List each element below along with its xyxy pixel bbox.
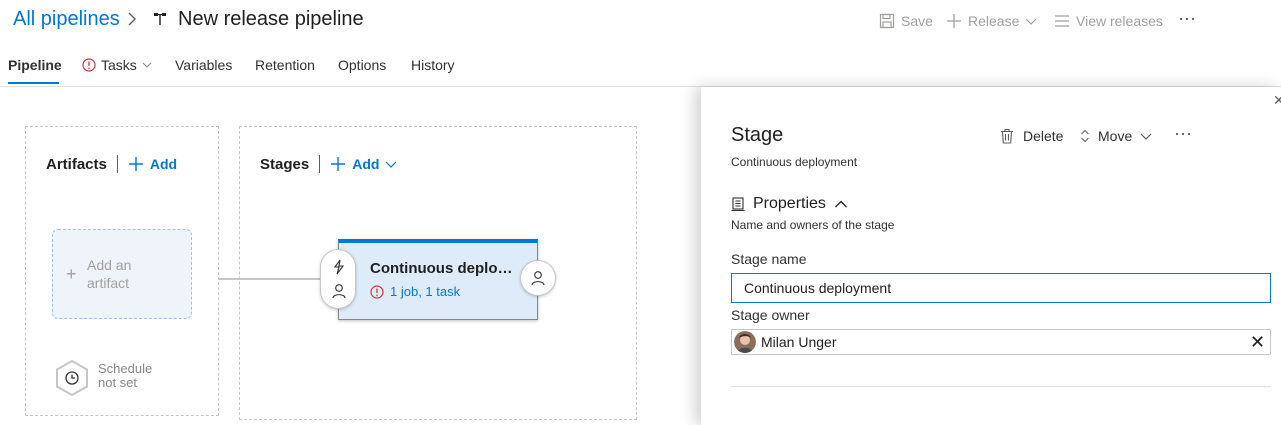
save-label: Save (901, 13, 933, 29)
stage-name-label: Stage name (731, 251, 807, 267)
plus-icon: + (66, 264, 77, 284)
chevron-up-icon (834, 200, 847, 208)
panel-title: Stage (731, 124, 784, 146)
active-tab-indicator (8, 82, 59, 84)
clock-icon[interactable] (54, 359, 90, 397)
more-icon[interactable]: ⋯ (1174, 124, 1193, 145)
pre-deployment-conditions[interactable] (320, 249, 356, 309)
add-stage-label: Add (352, 156, 380, 172)
error-circle-icon (82, 58, 96, 72)
properties-section-toggle[interactable]: Properties (731, 195, 848, 213)
view-releases-button[interactable]: View releases (1054, 13, 1163, 29)
lightning-icon (333, 259, 345, 275)
schedule-line1: Schedule (98, 361, 153, 376)
move-label: Move (1098, 128, 1133, 144)
plus-icon (128, 157, 143, 171)
plus-icon (947, 14, 961, 28)
tab-history[interactable]: History (411, 57, 455, 73)
add-artifact-line1: Add an (87, 257, 132, 273)
tab-tasks-label: Tasks (101, 57, 137, 73)
stage-card[interactable] (338, 239, 538, 320)
chevron-down-icon (1025, 18, 1037, 25)
tab-options[interactable]: Options (338, 57, 386, 73)
stages-header: Stages Add (260, 155, 397, 173)
save-button[interactable]: Save (879, 13, 933, 29)
properties-heading: Properties (753, 195, 826, 212)
trash-icon (1001, 128, 1013, 144)
tab-pipeline[interactable]: Pipeline (8, 57, 62, 73)
header-separator (319, 155, 321, 173)
delete-stage-button[interactable]: Delete (999, 128, 1063, 144)
error-circle-icon (370, 284, 384, 299)
properties-description: Name and owners of the stage (731, 218, 895, 232)
list-icon (1055, 15, 1069, 27)
stages-heading: Stages (260, 155, 310, 173)
stage-name-input[interactable] (731, 273, 1271, 303)
chevron-down-icon (1140, 133, 1152, 140)
add-artifact-label: Add (149, 156, 178, 172)
chevron-down-icon (142, 62, 152, 68)
pipeline-icon (154, 13, 166, 25)
save-icon (879, 13, 895, 29)
clipboard-icon (731, 197, 745, 212)
release-label: Release (968, 13, 1020, 29)
release-button[interactable]: Release (946, 13, 1037, 29)
tasks-summary: 1 job, 1 task (390, 284, 461, 299)
header-separator (116, 155, 118, 173)
view-releases-label: View releases (1076, 13, 1163, 29)
close-icon[interactable]: ✕ (1273, 92, 1281, 106)
tab-variables[interactable]: Variables (175, 57, 232, 73)
add-stage-button[interactable]: Add (330, 156, 397, 172)
tab-tasks[interactable]: Tasks (82, 57, 152, 73)
owner-name: Milan Unger (761, 334, 837, 350)
breadcrumb-all-pipelines[interactable]: All pipelines (13, 8, 120, 31)
add-artifact-text: Add an artifact (87, 256, 167, 292)
plus-icon (331, 157, 346, 171)
panel-divider (731, 386, 1271, 387)
add-artifact-button[interactable]: Add (128, 156, 177, 172)
stage-card-tasks-link[interactable]: 1 job, 1 task (370, 284, 460, 299)
chevron-down-icon (385, 161, 397, 168)
schedule-status[interactable]: Schedule not set (98, 362, 152, 390)
chevron-right-icon (128, 12, 136, 26)
artifacts-heading: Artifacts (46, 155, 107, 173)
add-artifact-line2: artifact (87, 275, 130, 291)
page-title: New release pipeline (178, 8, 364, 30)
stage-card-title[interactable]: Continuous deployment (370, 260, 518, 277)
tab-retention[interactable]: Retention (255, 57, 315, 73)
avatar (734, 331, 756, 353)
stage-owner-label: Stage owner (731, 307, 810, 323)
close-icon[interactable]: ✕ (1250, 332, 1265, 352)
artifacts-header: Artifacts Add (46, 155, 177, 173)
post-deployment-conditions[interactable] (520, 260, 556, 296)
person-icon (332, 284, 346, 299)
person-icon (531, 271, 545, 286)
schedule-line2: not set (98, 375, 138, 390)
move-stage-button[interactable]: Move (1080, 128, 1152, 144)
delete-label: Delete (1023, 128, 1064, 144)
panel-subtitle: Continuous deployment (731, 155, 858, 169)
more-icon[interactable]: ⋯ (1178, 9, 1197, 30)
up-down-icon (1081, 129, 1089, 143)
